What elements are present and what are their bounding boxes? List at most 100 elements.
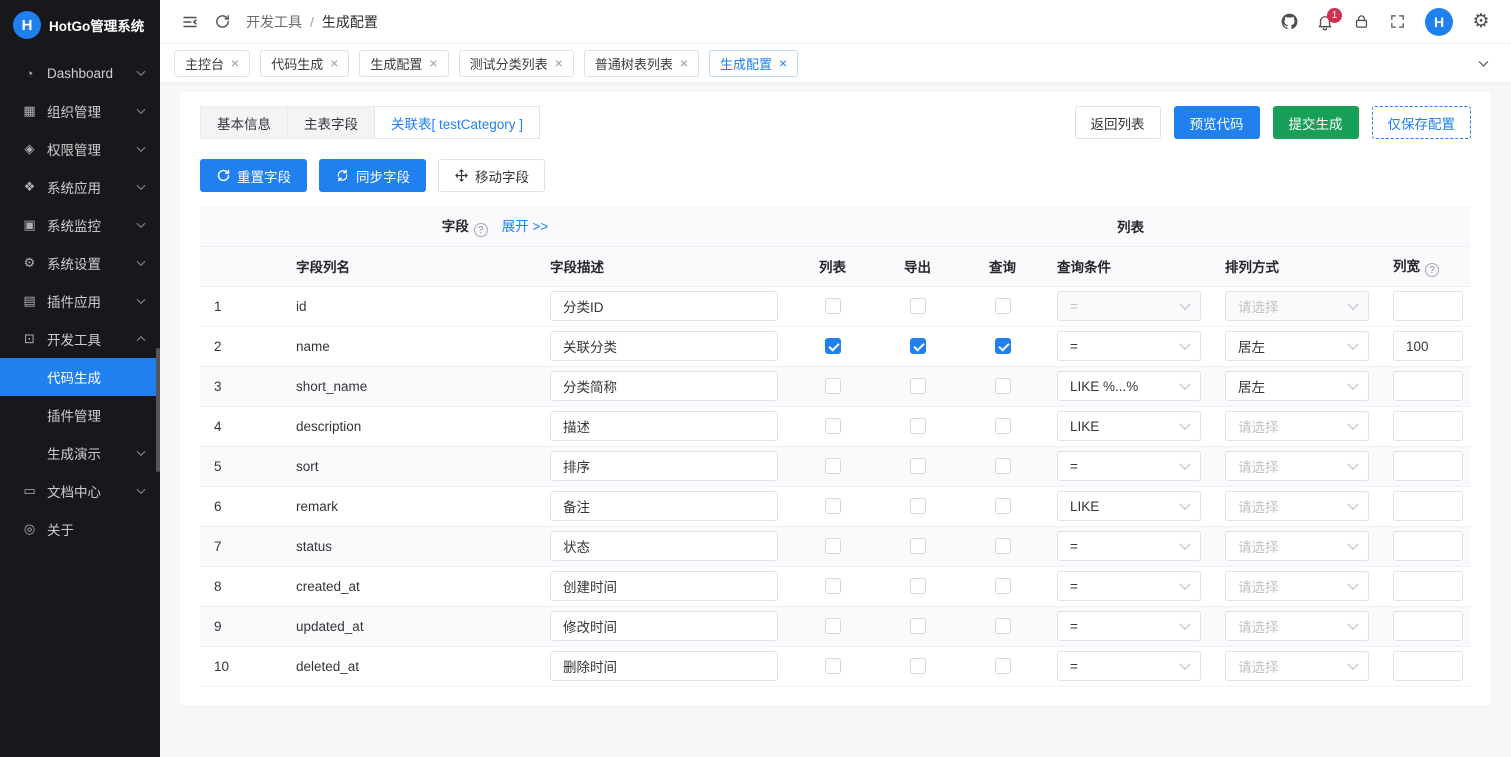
field-desc-input[interactable] — [550, 531, 778, 561]
sidebar-item-code-generation[interactable]: 代码生成 — [0, 358, 160, 396]
lock-screen-icon[interactable] — [1345, 6, 1377, 38]
help-icon[interactable]: ? — [1425, 263, 1439, 277]
page-tab-5[interactable]: 普通树表列表 × — [584, 50, 699, 77]
width-input[interactable] — [1393, 571, 1463, 601]
list-checkbox[interactable] — [825, 658, 841, 674]
refresh-icon[interactable] — [206, 6, 238, 38]
align-select[interactable]: 请选择 — [1225, 531, 1369, 561]
align-select[interactable]: 请选择 — [1225, 651, 1369, 681]
sidebar-item-organization[interactable]: ▦ 组织管理 — [0, 92, 160, 130]
tab-close-icon[interactable]: × — [680, 56, 688, 70]
move-fields-button[interactable]: 移动字段 — [438, 159, 545, 192]
export-checkbox[interactable] — [910, 498, 926, 514]
sidebar-collapse-icon[interactable] — [174, 6, 206, 38]
field-desc-input[interactable] — [550, 651, 778, 681]
page-tab-4[interactable]: 测试分类列表 × — [459, 50, 574, 77]
query-checkbox[interactable] — [995, 578, 1011, 594]
sidebar-scrollbar[interactable] — [156, 348, 160, 472]
page-tab-6[interactable]: 生成配置 × — [709, 50, 798, 77]
query-checkbox[interactable] — [995, 458, 1011, 474]
sidebar-item-plugin-app[interactable]: ▤ 插件应用 — [0, 282, 160, 320]
condition-select[interactable]: = — [1057, 531, 1201, 561]
field-desc-input[interactable] — [550, 291, 778, 321]
query-checkbox[interactable] — [995, 538, 1011, 554]
width-input[interactable] — [1393, 531, 1463, 561]
width-input[interactable] — [1393, 651, 1463, 681]
field-desc-input[interactable] — [550, 371, 778, 401]
page-tab-1[interactable]: 主控台 × — [174, 50, 250, 77]
export-checkbox[interactable] — [910, 658, 926, 674]
field-desc-input[interactable] — [550, 611, 778, 641]
condition-select[interactable]: LIKE — [1057, 411, 1201, 441]
align-select[interactable]: 请选择 — [1225, 571, 1369, 601]
save-config-button[interactable]: 仅保存配置 — [1372, 106, 1472, 139]
help-icon[interactable]: ? — [474, 223, 488, 237]
sidebar-item-system-settings[interactable]: ⚙ 系统设置 — [0, 244, 160, 282]
width-input[interactable] — [1393, 291, 1463, 321]
page-tab-2[interactable]: 代码生成 × — [260, 50, 349, 77]
width-input[interactable] — [1393, 451, 1463, 481]
tab-relation-table[interactable]: 关联表[ testCategory ] — [374, 106, 540, 139]
query-checkbox[interactable] — [995, 338, 1011, 354]
field-desc-input[interactable] — [550, 491, 778, 521]
tabs-dropdown-button[interactable] — [1469, 50, 1497, 77]
breadcrumb-item-current[interactable]: 生成配置 — [322, 12, 378, 32]
submit-generate-button[interactable]: 提交生成 — [1273, 106, 1359, 139]
sidebar-item-generate-demo[interactable]: 生成演示 — [0, 434, 160, 472]
align-select[interactable]: 居左 — [1225, 371, 1369, 401]
condition-select[interactable]: LIKE %...% — [1057, 371, 1201, 401]
tab-close-icon[interactable]: × — [429, 56, 437, 70]
sidebar-item-plugin-manage[interactable]: 插件管理 — [0, 396, 160, 434]
export-checkbox[interactable] — [910, 298, 926, 314]
breadcrumb-item[interactable]: 开发工具 — [246, 12, 302, 32]
tab-main-fields[interactable]: 主表字段 — [287, 106, 375, 139]
sidebar-item-about[interactable]: ◎ 关于 — [0, 510, 160, 548]
tab-close-icon[interactable]: × — [231, 56, 239, 70]
export-checkbox[interactable] — [910, 418, 926, 434]
page-tab-3[interactable]: 生成配置 × — [359, 50, 448, 77]
app-logo[interactable]: H HotGo管理系统 — [0, 0, 160, 50]
width-input[interactable] — [1393, 331, 1463, 361]
list-checkbox[interactable] — [825, 578, 841, 594]
list-checkbox[interactable] — [825, 418, 841, 434]
width-input[interactable] — [1393, 611, 1463, 641]
export-checkbox[interactable] — [910, 378, 926, 394]
export-checkbox[interactable] — [910, 458, 926, 474]
export-checkbox[interactable] — [910, 618, 926, 634]
condition-select[interactable]: LIKE — [1057, 491, 1201, 521]
sidebar-item-system-app[interactable]: ❖ 系统应用 — [0, 168, 160, 206]
sidebar-item-system-monitor[interactable]: ▣ 系统监控 — [0, 206, 160, 244]
user-avatar[interactable]: H — [1425, 8, 1453, 36]
field-desc-input[interactable] — [550, 411, 778, 441]
align-select[interactable]: 居左 — [1225, 331, 1369, 361]
back-list-button[interactable]: 返回列表 — [1075, 106, 1161, 139]
notification-bell-icon[interactable]: 1 — [1309, 6, 1341, 38]
field-desc-input[interactable] — [550, 571, 778, 601]
align-select[interactable]: 请选择 — [1225, 451, 1369, 481]
align-select[interactable]: 请选择 — [1225, 611, 1369, 641]
tab-close-icon[interactable]: × — [555, 56, 563, 70]
sidebar-item-docs-center[interactable]: ▭ 文档中心 — [0, 472, 160, 510]
condition-select[interactable]: = — [1057, 571, 1201, 601]
list-checkbox[interactable] — [825, 378, 841, 394]
github-icon[interactable] — [1273, 6, 1305, 38]
width-input[interactable] — [1393, 371, 1463, 401]
query-checkbox[interactable] — [995, 618, 1011, 634]
export-checkbox[interactable] — [910, 338, 926, 354]
tab-close-icon[interactable]: × — [330, 56, 338, 70]
condition-select[interactable]: = — [1057, 651, 1201, 681]
query-checkbox[interactable] — [995, 658, 1011, 674]
condition-select[interactable]: = — [1057, 331, 1201, 361]
field-desc-input[interactable] — [550, 331, 778, 361]
query-checkbox[interactable] — [995, 498, 1011, 514]
sync-fields-button[interactable]: 同步字段 — [319, 159, 426, 192]
align-select[interactable]: 请选择 — [1225, 291, 1369, 321]
sidebar-item-permission[interactable]: ◈ 权限管理 — [0, 130, 160, 168]
layout-settings-gear-icon[interactable]: ⚙ — [1465, 6, 1497, 38]
query-checkbox[interactable] — [995, 418, 1011, 434]
width-input[interactable] — [1393, 411, 1463, 441]
sidebar-item-dev-tools[interactable]: ⊡ 开发工具 — [0, 320, 160, 358]
align-select[interactable]: 请选择 — [1225, 411, 1369, 441]
export-checkbox[interactable] — [910, 538, 926, 554]
sidebar-item-dashboard[interactable]: ◔ Dashboard — [0, 54, 160, 92]
